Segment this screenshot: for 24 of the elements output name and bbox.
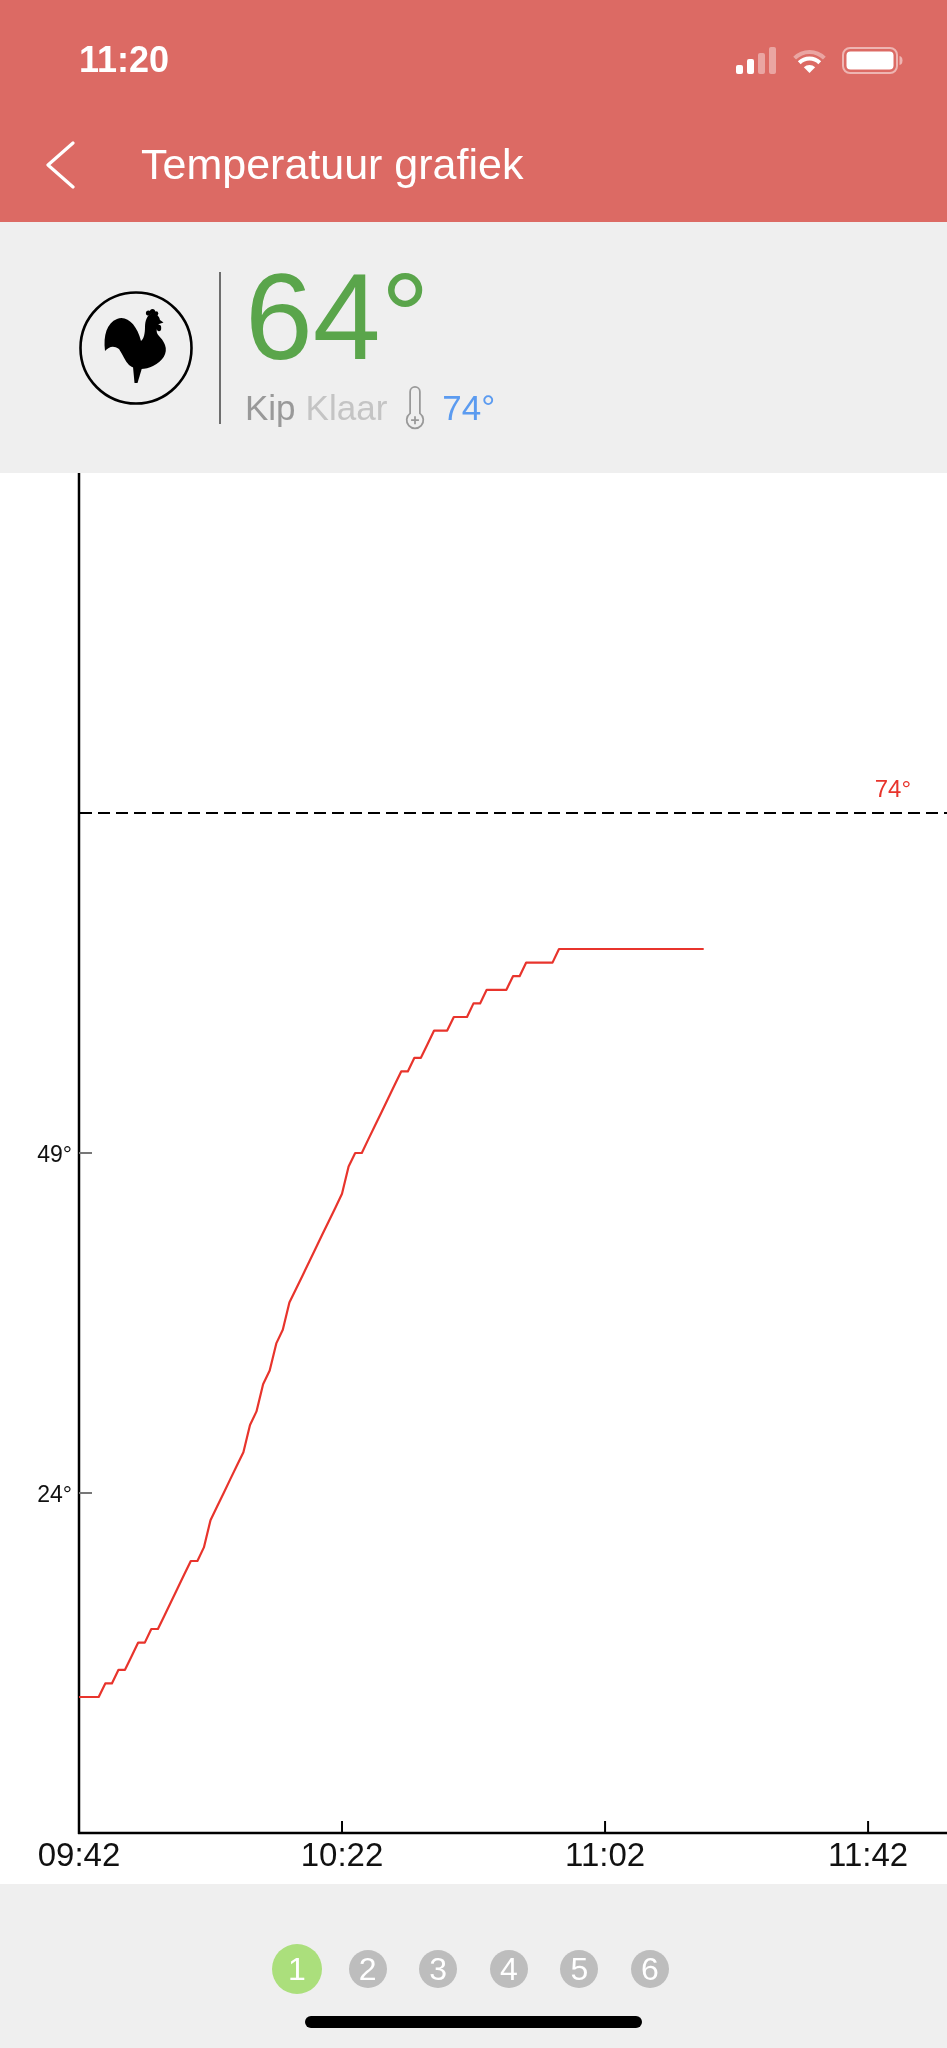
y-tick-label: 24° bbox=[37, 1480, 72, 1507]
rooster-icon bbox=[79, 290, 193, 405]
current-temperature: 64° bbox=[245, 256, 431, 378]
x-tick-label: 09:42 bbox=[37, 1836, 121, 1873]
screen-title: Temperatuur grafiek bbox=[141, 141, 524, 189]
page-button[interactable]: 2 bbox=[348, 1950, 387, 1988]
meat-label: Kip bbox=[245, 388, 296, 428]
battery-icon bbox=[842, 46, 903, 74]
status-time: 11:20 bbox=[79, 42, 170, 78]
page-button[interactable]: 4 bbox=[489, 1950, 528, 1988]
x-tick-label: 10:22 bbox=[300, 1836, 384, 1873]
back-button[interactable] bbox=[45, 141, 75, 189]
target-temperature: 74° bbox=[442, 388, 496, 428]
x-tick-label: 11:42 bbox=[828, 1836, 909, 1873]
page-button[interactable]: 5 bbox=[560, 1950, 599, 1988]
chevron-left-icon bbox=[45, 141, 75, 189]
page-button[interactable]: 3 bbox=[419, 1950, 458, 1988]
signal-icon bbox=[736, 46, 777, 74]
x-tick-label: 11:02 bbox=[565, 1836, 646, 1873]
page-button[interactable]: 1 bbox=[272, 1944, 322, 1994]
target-label: 74° bbox=[874, 775, 911, 802]
y-tick-label: 49° bbox=[37, 1140, 72, 1167]
thermometer-icon bbox=[404, 386, 427, 430]
page-button[interactable]: 6 bbox=[631, 1950, 669, 1988]
